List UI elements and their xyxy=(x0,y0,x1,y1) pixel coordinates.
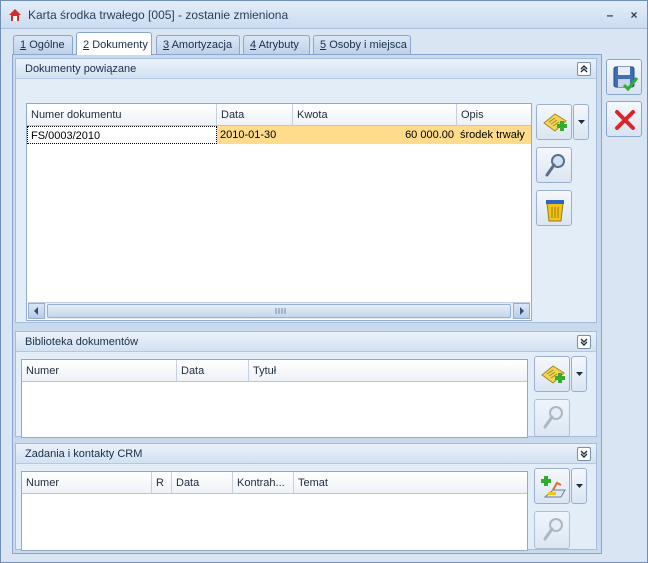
column-header-data[interactable]: Data xyxy=(177,360,249,382)
scroll-left-button[interactable] xyxy=(28,303,45,319)
tab-amortyzacja-key: 3 xyxy=(163,39,170,51)
tab-ogolne-key: 1 xyxy=(20,39,27,51)
tab-amortyzacja-label: Amortyzacja xyxy=(171,39,233,51)
column-header-data[interactable]: Data xyxy=(172,472,233,494)
tab-atrybuty-key: 4 xyxy=(250,39,257,51)
grip-icon xyxy=(275,308,286,314)
view-document-button[interactable] xyxy=(536,147,572,183)
expand-button[interactable] xyxy=(577,447,591,461)
add-document-dropdown[interactable] xyxy=(573,104,589,140)
add-crm-task-button[interactable] xyxy=(534,468,570,504)
tab-osoby-i-miejsca[interactable]: 5 Osoby i miejsca xyxy=(313,35,411,55)
tab-dokumenty[interactable]: 2 Dokumenty xyxy=(76,32,152,55)
table-row[interactable]: FS/0003/2010 2010-01-30 60 000.00 środek… xyxy=(27,126,531,144)
linked-documents-title: Dokumenty powiązane xyxy=(25,63,137,75)
column-header-kwota[interactable]: Kwota xyxy=(293,104,457,126)
linked-documents-panel: Dokumenty powiązane Numer dokumentu Data… xyxy=(15,58,597,323)
magnifier-icon xyxy=(543,518,563,541)
grid-header: Numer Data Tytuł xyxy=(22,360,527,382)
arrow-left-icon xyxy=(34,307,38,315)
cancel-icon xyxy=(615,110,635,130)
grid-header: Numer R Data Kontrah... Temat xyxy=(22,472,527,494)
column-header-numer[interactable]: Numer xyxy=(22,360,177,382)
close-button[interactable]: × xyxy=(625,6,643,24)
collapse-button[interactable] xyxy=(577,62,591,76)
column-header-kontrahent[interactable]: Kontrah... xyxy=(233,472,294,494)
add-document-icon xyxy=(543,113,567,132)
view-crm-task-button[interactable] xyxy=(534,511,570,549)
scroll-right-button[interactable] xyxy=(513,303,530,319)
crm-grid: Numer R Data Kontrah... Temat xyxy=(21,471,528,551)
add-library-document-dropdown[interactable] xyxy=(571,356,587,392)
tab-content: Dokumenty powiązane Numer dokumentu Data… xyxy=(12,54,602,554)
cell-data: 2010-01-30 xyxy=(217,126,293,144)
cell-numer: FS/0003/2010 xyxy=(27,126,217,144)
window: Karta środka trwałego [005] - zostanie z… xyxy=(0,0,648,563)
column-header-tytul[interactable]: Tytuł xyxy=(249,360,527,382)
delete-document-button[interactable] xyxy=(536,190,572,226)
add-library-document-button[interactable] xyxy=(534,356,570,392)
tab-osoby-label: Osoby i miejsca xyxy=(329,39,407,51)
add-task-icon xyxy=(541,476,566,498)
column-header-opis[interactable]: Opis xyxy=(457,104,531,126)
horizontal-scrollbar[interactable] xyxy=(28,302,530,319)
window-title: Karta środka trwałego [005] - zostanie z… xyxy=(28,8,289,22)
column-header-r[interactable]: R xyxy=(152,472,172,494)
tab-dokumenty-label: Dokumenty xyxy=(92,39,148,51)
column-header-numer[interactable]: Numer dokumentu xyxy=(27,104,217,126)
save-button[interactable] xyxy=(606,59,642,95)
scroll-thumb[interactable] xyxy=(47,304,511,318)
save-icon xyxy=(613,66,639,92)
view-library-document-button[interactable] xyxy=(534,399,570,437)
crm-panel: Zadania i kontakty CRM Numer R Data Kont… xyxy=(15,443,597,551)
tab-osoby-key: 5 xyxy=(320,39,327,51)
trash-icon xyxy=(546,200,564,222)
document-library-title: Biblioteka dokumentów xyxy=(25,336,139,348)
title-bar: Karta środka trwałego [005] - zostanie z… xyxy=(1,1,647,29)
linked-documents-grid: Numer dokumentu Data Kwota Opis FS/0003/… xyxy=(26,103,532,321)
tab-amortyzacja[interactable]: 3 Amortyzacja xyxy=(156,35,240,55)
add-crm-task-dropdown[interactable] xyxy=(571,468,587,504)
crm-header: Zadania i kontakty CRM xyxy=(16,444,596,464)
linked-documents-header: Dokumenty powiązane xyxy=(16,59,596,79)
tab-atrybuty[interactable]: 4 Atrybuty xyxy=(243,35,310,55)
chevron-down-icon xyxy=(576,484,583,488)
magnifier-icon xyxy=(545,154,565,177)
chevron-down-icon xyxy=(578,120,585,124)
arrow-right-icon xyxy=(520,307,524,315)
grid-header: Numer dokumentu Data Kwota Opis xyxy=(27,104,531,126)
chevron-down-icon xyxy=(580,338,588,346)
chevron-down-icon xyxy=(580,450,588,458)
crm-title: Zadania i kontakty CRM xyxy=(25,448,143,460)
expand-button[interactable] xyxy=(577,335,591,349)
tab-ogolne[interactable]: 1 Ogólne xyxy=(13,35,73,55)
minimize-button[interactable]: – xyxy=(601,6,619,24)
app-icon xyxy=(9,9,21,21)
cell-kwota: 60 000.00 xyxy=(293,126,457,144)
chevron-up-icon xyxy=(580,65,588,73)
tab-atrybuty-label: Atrybuty xyxy=(258,39,299,51)
add-document-button[interactable] xyxy=(536,104,572,140)
magnifier-icon xyxy=(543,406,563,429)
cell-opis: środek trwały xyxy=(457,126,531,144)
document-library-panel: Biblioteka dokumentów Numer Data Tytuł xyxy=(15,331,597,438)
tab-ogolne-label: Ogólne xyxy=(29,39,65,51)
column-header-data[interactable]: Data xyxy=(217,104,293,126)
add-document-icon xyxy=(541,365,565,384)
cancel-button[interactable] xyxy=(606,101,642,137)
column-header-temat[interactable]: Temat xyxy=(294,472,527,494)
tab-dokumenty-key: 2 xyxy=(83,39,90,51)
column-header-numer[interactable]: Numer xyxy=(22,472,152,494)
document-library-header: Biblioteka dokumentów xyxy=(16,332,596,352)
chevron-down-icon xyxy=(576,372,583,376)
document-library-grid: Numer Data Tytuł xyxy=(21,359,528,438)
